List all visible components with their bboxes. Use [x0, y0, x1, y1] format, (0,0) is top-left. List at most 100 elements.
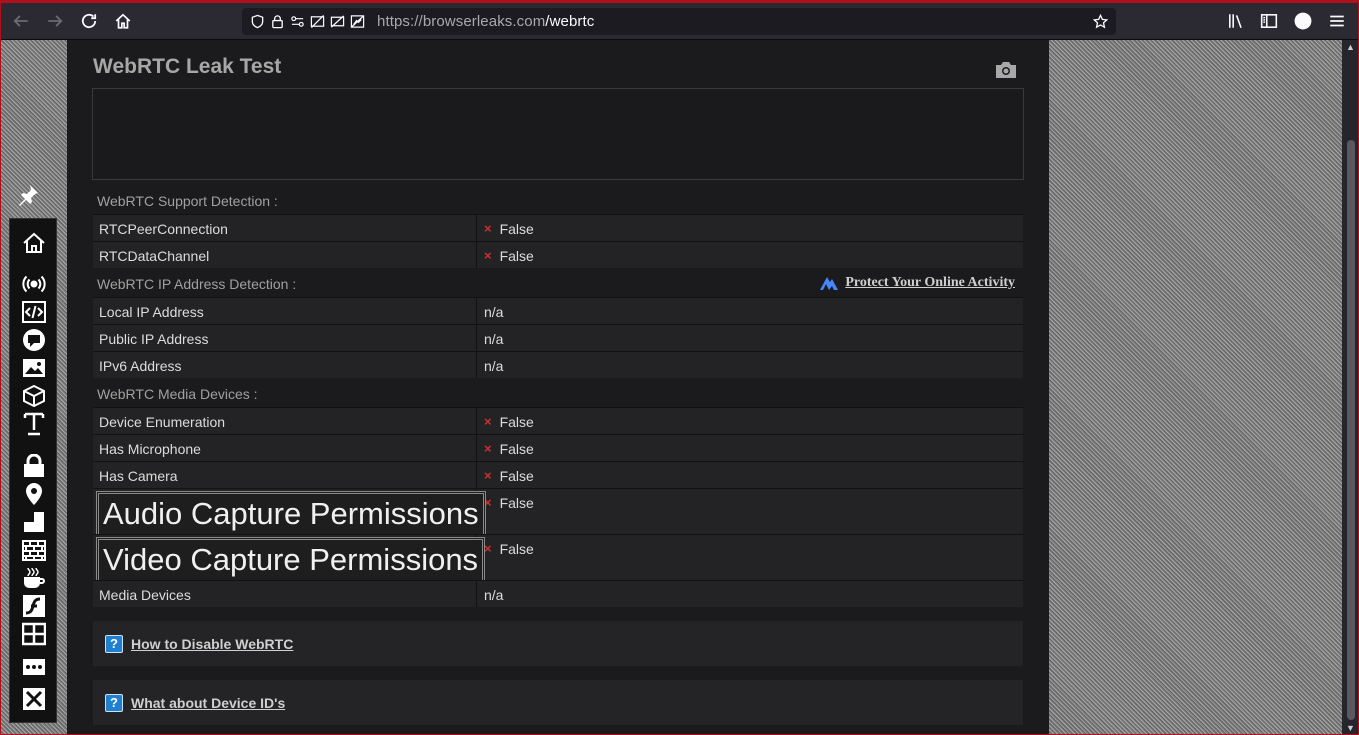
row-value: × False [477, 462, 1023, 488]
table-row: Audio Capture Permissions × False [93, 488, 1023, 538]
main-content: WebRTC Leak Test WebRTC Support Detectio… [67, 40, 1049, 735]
flash-icon[interactable] [22, 594, 46, 618]
row-value: × False [477, 408, 1023, 434]
row-key: Device Enumeration [93, 408, 477, 434]
arrow-left-icon [13, 15, 28, 27]
url-path: /webrtc [545, 13, 595, 30]
value-text: False [499, 221, 534, 237]
media-section-heading: WebRTC Media Devices : [93, 379, 1023, 408]
row-key: RTCPeerConnection [93, 215, 477, 241]
reload-button[interactable] [76, 8, 102, 34]
table-row: RTCDataChannel × False [93, 241, 1023, 268]
table-row: Local IP Address n/a [93, 297, 1023, 324]
reload-icon [81, 13, 97, 29]
library-icon [1229, 14, 1242, 29]
scroll-down-icon[interactable]: ▼ [1345, 723, 1356, 733]
video-capture-permissions-label: Video Capture Permissions [96, 537, 486, 584]
side-navigation [9, 218, 57, 723]
protect-link-text: Protect Your Online Activity [845, 275, 1015, 290]
tools-icon[interactable] [22, 687, 46, 711]
shield-icon[interactable] [247, 12, 267, 32]
sidebar-toggle-button[interactable] [1256, 8, 1282, 34]
row-value: × False [477, 435, 1023, 461]
device-ids-link[interactable]: What about Device ID's [131, 695, 285, 711]
ad-placeholder [92, 88, 1024, 180]
address-bar[interactable]: https://browserleaks.com/webrtc [242, 8, 1116, 35]
audio-capture-permissions-label: Audio Capture Permissions [96, 491, 486, 538]
device-ids-box[interactable]: ? What about Device ID's [93, 680, 1023, 725]
value-text: False [499, 248, 534, 264]
row-value: n/a [484, 331, 504, 347]
cube-icon[interactable] [22, 384, 46, 408]
account-button[interactable] [1290, 8, 1316, 34]
permissions-icon[interactable] [287, 12, 307, 32]
pin-icon[interactable] [16, 183, 42, 209]
page-scrollbar[interactable]: ▲ ▼ [1342, 40, 1359, 735]
lock-icon[interactable] [267, 12, 287, 32]
help-icon: ? [105, 693, 123, 712]
table-row: Public IP Address n/a [93, 324, 1023, 351]
brick-wall-icon[interactable] [22, 538, 46, 562]
code-icon[interactable] [22, 300, 46, 324]
image-icon[interactable] [22, 356, 46, 380]
url-host: https://browserleaks.com [377, 13, 546, 30]
row-value: × False [477, 535, 1023, 580]
scroll-up-icon[interactable]: ▲ [1345, 42, 1356, 52]
value-text: False [499, 414, 534, 430]
url-text[interactable]: https://browserleaks.com/webrtc [377, 13, 594, 30]
how-to-disable-webrtc-link[interactable]: How to Disable WebRTC [131, 636, 293, 652]
value-text: False [499, 468, 534, 484]
menu-button[interactable] [1324, 8, 1350, 34]
scroll-thumb[interactable] [1347, 140, 1355, 720]
row-value: n/a [484, 587, 504, 603]
coffee-icon[interactable] [22, 566, 46, 590]
chat-icon[interactable] [22, 328, 46, 352]
support-section-heading: WebRTC Support Detection : [93, 186, 1023, 215]
lock-icon[interactable] [22, 453, 46, 478]
row-key: RTCDataChannel [93, 242, 477, 268]
web-page: WebRTC Leak Test WebRTC Support Detectio… [0, 40, 1342, 735]
value-text: False [499, 441, 534, 457]
map-pin-icon[interactable] [22, 482, 46, 506]
x-mark-icon: × [484, 248, 492, 263]
table-row: RTCPeerConnection × False [93, 214, 1023, 241]
grid-icon[interactable] [21, 622, 47, 646]
row-key: Has Microphone [93, 435, 477, 461]
browser-toolbar: https://browserleaks.com/webrtc [0, 0, 1359, 40]
help-icon: ? [105, 634, 123, 653]
table-row: Has Microphone × False [93, 434, 1023, 461]
forward-button[interactable] [42, 8, 68, 34]
more-icon[interactable] [22, 655, 46, 679]
hamburger-menu-icon [1330, 15, 1344, 27]
home-button[interactable] [110, 8, 136, 34]
bookmark-star-icon[interactable] [1090, 11, 1110, 31]
arrow-right-icon [48, 15, 63, 27]
row-key: Has Camera [93, 462, 477, 488]
camera-blocked-icon[interactable] [307, 12, 327, 32]
protect-online-activity-link[interactable]: Protect Your Online Activity [819, 275, 1015, 291]
how-to-disable-webrtc-box[interactable]: ? How to Disable WebRTC [93, 621, 1023, 666]
row-value: × False [477, 242, 1023, 268]
microphone-blocked-icon[interactable] [327, 12, 347, 32]
row-key: Media Devices [93, 581, 477, 607]
back-button[interactable] [8, 8, 34, 34]
square-icon[interactable] [22, 510, 46, 534]
page-title: WebRTC Leak Test [93, 55, 282, 78]
table-row: Device Enumeration × False [93, 407, 1023, 434]
library-button[interactable] [1223, 8, 1249, 34]
font-icon[interactable] [22, 412, 46, 436]
table-row: Media Devices n/a [93, 580, 1023, 607]
camera-icon[interactable] [995, 61, 1017, 79]
screen-blocked-icon[interactable] [347, 12, 367, 32]
value-text: False [499, 541, 534, 557]
row-key-cell: Audio Capture Permissions [93, 489, 486, 538]
x-mark-icon: × [484, 221, 492, 236]
ip-section-heading: WebRTC IP Address Detection : Protect Yo… [93, 269, 1023, 298]
sidebar-icon [1260, 14, 1278, 28]
row-key: Local IP Address [93, 298, 477, 324]
row-value: n/a [484, 304, 504, 320]
row-key: Public IP Address [93, 325, 477, 351]
home-icon[interactable] [22, 231, 46, 255]
x-mark-icon: × [484, 441, 492, 456]
broadcast-icon[interactable] [22, 272, 46, 296]
